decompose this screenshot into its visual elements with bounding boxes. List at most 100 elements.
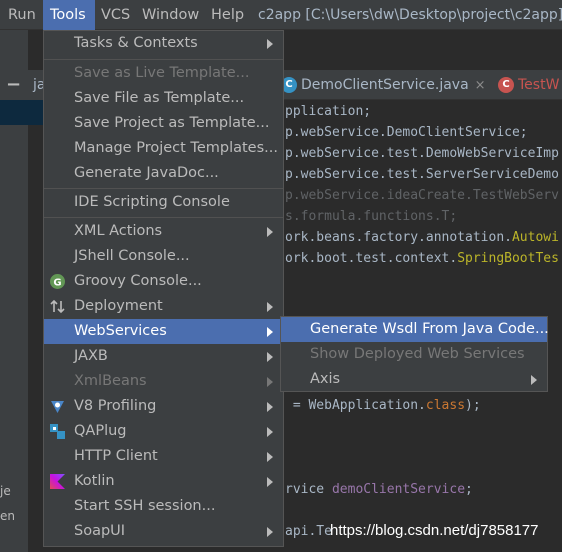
menu-item-xml-actions[interactable]: XML Actions: [44, 219, 283, 244]
deployment-icon: [50, 299, 65, 314]
code-text: ork.beans.factory.annotation.: [285, 230, 512, 245]
code-line: = WebApplication.class);: [285, 398, 481, 413]
menu-item-save-file-template[interactable]: Save File as Template...: [44, 86, 283, 111]
menu-item-label: WebServices: [74, 323, 167, 339]
menu-item-http-client[interactable]: HTTP Client: [44, 444, 283, 469]
project-panel-header: − ja: [0, 70, 45, 100]
code-annotation: SpringBootTes: [457, 251, 559, 266]
submenu-arrow-icon: [267, 527, 273, 537]
menu-item-groovy-console[interactable]: G Groovy Console...: [44, 269, 283, 294]
code-line: p.webService.ideaCreate.TestWebServ: [285, 188, 559, 203]
menu-item-generate-javadoc[interactable]: Generate JavaDoc...: [44, 161, 283, 186]
code-line: p.webService.DemoClientService;: [285, 125, 528, 140]
v8-icon: [51, 401, 64, 413]
menu-run[interactable]: Run: [8, 0, 40, 30]
menu-item-label: Deployment: [74, 298, 163, 314]
menu-item-label: XmlBeans: [74, 373, 147, 389]
menu-item-label: Kotlin: [74, 473, 115, 489]
menu-item-label: Axis: [310, 371, 341, 387]
submenu-arrow-icon: [267, 402, 273, 412]
menu-item-label: JAXB: [74, 348, 108, 364]
submenu-arrow-icon: [267, 427, 273, 437]
class-icon: C: [498, 77, 514, 93]
code-text: = WebApplication.: [285, 398, 426, 413]
code-text: ork.boot.test.context.: [285, 251, 458, 266]
code-line: ork.boot.test.context.SpringBootTes: [285, 251, 559, 266]
menu-separator: [44, 59, 283, 60]
code-text: );: [465, 398, 481, 413]
menu-item-label: Generate Wsdl From Java Code...: [310, 321, 549, 337]
menu-vcs[interactable]: VCS: [101, 0, 133, 30]
menu-item-label: QAPlug: [74, 423, 127, 439]
menu-item-xmlbeans[interactable]: XmlBeans: [44, 369, 283, 394]
menu-bar: Run Tools VCS Window Help c2app [C:\User…: [0, 0, 562, 30]
submenu-arrow-icon: [267, 39, 273, 49]
menu-item-label: V8 Profiling: [74, 398, 157, 414]
code-line: p.webService.test.DemoWebServiceImp: [285, 146, 559, 161]
menu-item-save-project-template[interactable]: Save Project as Template...: [44, 111, 283, 136]
menu-item-label: Tasks & Contexts: [74, 35, 198, 51]
menu-help[interactable]: Help: [211, 0, 251, 30]
menu-item-qaplug[interactable]: QAPlug: [44, 419, 283, 444]
code-line: s.formula.functions.T;: [285, 209, 458, 224]
menu-item-label: Save Project as Template...: [74, 115, 270, 131]
menu-item-kotlin[interactable]: Kotlin: [44, 469, 283, 494]
groovy-icon: G: [50, 274, 65, 289]
menu-item-jshell-console[interactable]: JShell Console...: [44, 244, 283, 269]
menu-window[interactable]: Window: [142, 0, 202, 30]
menu-separator: [44, 217, 283, 218]
menu-item-label: Start SSH session...: [74, 498, 216, 514]
menu-tools[interactable]: Tools: [43, 0, 95, 30]
submenu-arrow-icon: [267, 477, 273, 487]
code-field: demoClientService: [331, 482, 466, 497]
menu-item-start-ssh-session[interactable]: Start SSH session...: [44, 494, 283, 519]
menu-separator: [44, 188, 283, 189]
menu-item-deployment[interactable]: Deployment: [44, 294, 283, 319]
submenu-arrow-icon: [267, 302, 273, 312]
close-icon[interactable]: ×: [475, 78, 486, 93]
project-tree-fragment: en: [0, 509, 15, 523]
menu-item-label: JShell Console...: [74, 248, 190, 264]
submenu-arrow-icon: [531, 375, 537, 385]
submenu-arrow-icon: [267, 377, 273, 387]
menu-item-soapui[interactable]: SoapUI: [44, 519, 283, 544]
code-annotation: Autowi: [511, 230, 559, 245]
menu-item-label: Groovy Console...: [74, 273, 202, 289]
submenu-arrow-icon: [267, 352, 273, 362]
menu-item-label: XML Actions: [74, 223, 163, 239]
menu-item-tasks-contexts[interactable]: Tasks & Contexts: [44, 31, 283, 56]
menu-item-webservices[interactable]: WebServices: [44, 319, 283, 344]
menu-item-v8-profiling[interactable]: V8 Profiling: [44, 394, 283, 419]
menu-item-jaxb[interactable]: JAXB: [44, 344, 283, 369]
submenu-arrow-icon: [267, 327, 273, 337]
menu-item-label: HTTP Client: [74, 448, 158, 464]
code-line: pplication;: [285, 104, 372, 119]
menu-item-label: Save File as Template...: [74, 90, 245, 106]
project-tree-selection[interactable]: [0, 100, 45, 125]
menu-item-save-live-template[interactable]: Save as Live Template...: [44, 61, 283, 86]
project-tree-fragment: je: [0, 484, 11, 498]
menu-item-label: Show Deployed Web Services: [310, 346, 525, 362]
menu-item-label: Manage Project Templates...: [74, 140, 278, 156]
tab-label: DemoClientService.java: [301, 77, 469, 93]
code-line: rvice demoClientService;: [285, 482, 473, 497]
code-line: api.Te: [285, 524, 332, 539]
menu-item-label: Generate JavaDoc...: [74, 165, 219, 181]
window-title: c2app [C:\Users\dw\Desktop\project\c2app…: [258, 7, 562, 23]
submenu-arrow-icon: [267, 227, 273, 237]
kotlin-icon: [50, 474, 65, 489]
tab-demo-client-service[interactable]: C DemoClientService.java ×: [281, 70, 486, 100]
menu-item-show-deployed-web-services[interactable]: Show Deployed Web Services: [281, 342, 547, 367]
menu-item-ide-scripting-console[interactable]: IDE Scripting Console: [44, 190, 283, 215]
menu-item-generate-wsdl[interactable]: Generate Wsdl From Java Code...: [281, 317, 549, 342]
svg-text:G: G: [53, 278, 61, 289]
watermark: https://blog.csdn.net/dj7858177: [330, 522, 539, 539]
submenu-arrow-icon: [267, 452, 273, 462]
code-line: p.webService.test.ServerServiceDemo: [285, 167, 559, 182]
code-text: rvice: [285, 482, 332, 497]
tab-test-web[interactable]: C TestW: [498, 70, 559, 100]
collapse-icon[interactable]: −: [6, 70, 21, 100]
tab-label: TestW: [518, 77, 560, 93]
menu-item-axis[interactable]: Axis: [281, 367, 547, 392]
menu-item-manage-project-templates[interactable]: Manage Project Templates...: [44, 136, 283, 161]
